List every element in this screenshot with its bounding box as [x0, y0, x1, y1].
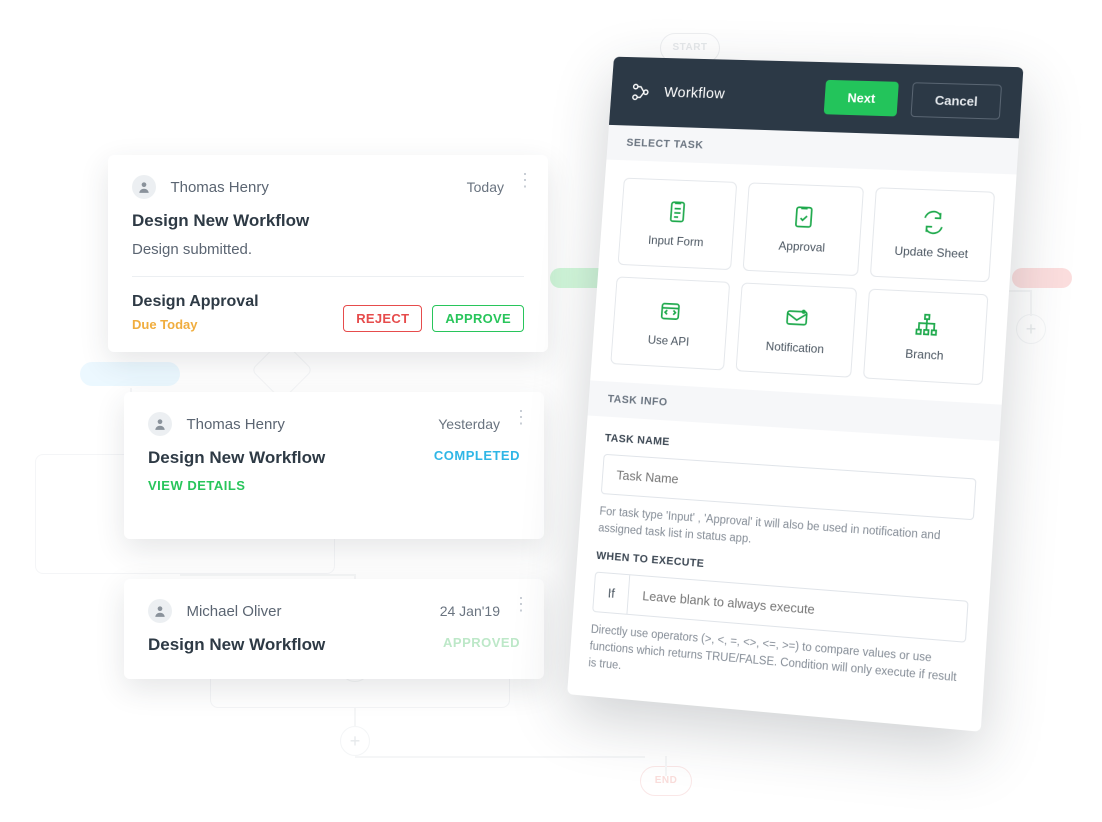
- user-icon: [153, 604, 167, 618]
- api-icon: [657, 298, 684, 325]
- task-card: Michael Oliver 24 Jan'19 ⋮ Design New Wo…: [124, 579, 544, 679]
- card-date: Today: [467, 179, 504, 195]
- approve-button[interactable]: APPROVE: [432, 305, 524, 332]
- task-tile-use-api[interactable]: Use API: [610, 276, 730, 370]
- cancel-button[interactable]: Cancel: [911, 82, 1002, 119]
- next-button[interactable]: Next: [824, 80, 899, 117]
- task-tile-notification[interactable]: Notification: [735, 282, 857, 377]
- card-author: Thomas Henry: [186, 416, 284, 433]
- task-tile-label: Branch: [905, 347, 944, 363]
- task-card: Thomas Henry Yesterday ⋮ Design New Work…: [124, 392, 544, 539]
- task-card: Thomas Henry Today ⋮ Design New Workflow…: [108, 155, 548, 352]
- flow-chip: [1012, 268, 1072, 288]
- more-menu-icon[interactable]: ⋮: [512, 414, 528, 420]
- task-tile-approval[interactable]: Approval: [742, 182, 864, 276]
- user-icon: [137, 180, 151, 194]
- avatar: [148, 412, 172, 436]
- task-tile-label: Input Form: [648, 233, 704, 249]
- task-tile-input-form[interactable]: Input Form: [618, 178, 737, 270]
- more-menu-icon[interactable]: ⋮: [516, 177, 532, 183]
- input-form-icon: [665, 199, 692, 225]
- flow-add-node-icon: +: [1016, 314, 1046, 344]
- task-tile-label: Update Sheet: [894, 244, 969, 261]
- if-prefix-label: If: [592, 571, 629, 614]
- notification-icon: [783, 304, 810, 331]
- task-tile-update-sheet[interactable]: Update Sheet: [870, 187, 995, 282]
- avatar: [148, 599, 172, 623]
- approval-icon: [790, 204, 817, 231]
- reject-button[interactable]: REJECT: [343, 305, 422, 332]
- user-icon: [153, 417, 167, 431]
- status-badge: APPROVED: [443, 635, 520, 650]
- card-date: Yesterday: [438, 416, 500, 432]
- task-tile-label: Approval: [778, 239, 825, 255]
- status-badge: COMPLETED: [434, 448, 520, 463]
- card-title: Design New Workflow: [132, 211, 524, 231]
- flow-add-node-icon: +: [340, 726, 370, 756]
- task-tile-label: Notification: [765, 339, 824, 356]
- workflow-icon: [629, 81, 651, 103]
- avatar: [132, 175, 156, 199]
- card-subtitle: Design submitted.: [132, 241, 524, 258]
- update-sheet-icon: [919, 209, 947, 236]
- workflow-panel: Workflow Next Cancel SELECT TASK Input F…: [567, 57, 1023, 732]
- task-tile-branch[interactable]: Branch: [863, 289, 988, 386]
- more-menu-icon[interactable]: ⋮: [512, 601, 528, 607]
- task-tile-label: Use API: [647, 333, 689, 349]
- panel-title: Workflow: [664, 84, 812, 105]
- task-type-grid: Input Form Approval Update Sheet Use API: [590, 160, 1016, 405]
- card-author: Thomas Henry: [170, 179, 268, 196]
- card-author: Michael Oliver: [186, 603, 281, 620]
- branch-icon: [912, 311, 940, 338]
- card-date: 24 Jan'19: [440, 603, 500, 619]
- view-details-link[interactable]: VIEW DETAILS: [148, 478, 520, 493]
